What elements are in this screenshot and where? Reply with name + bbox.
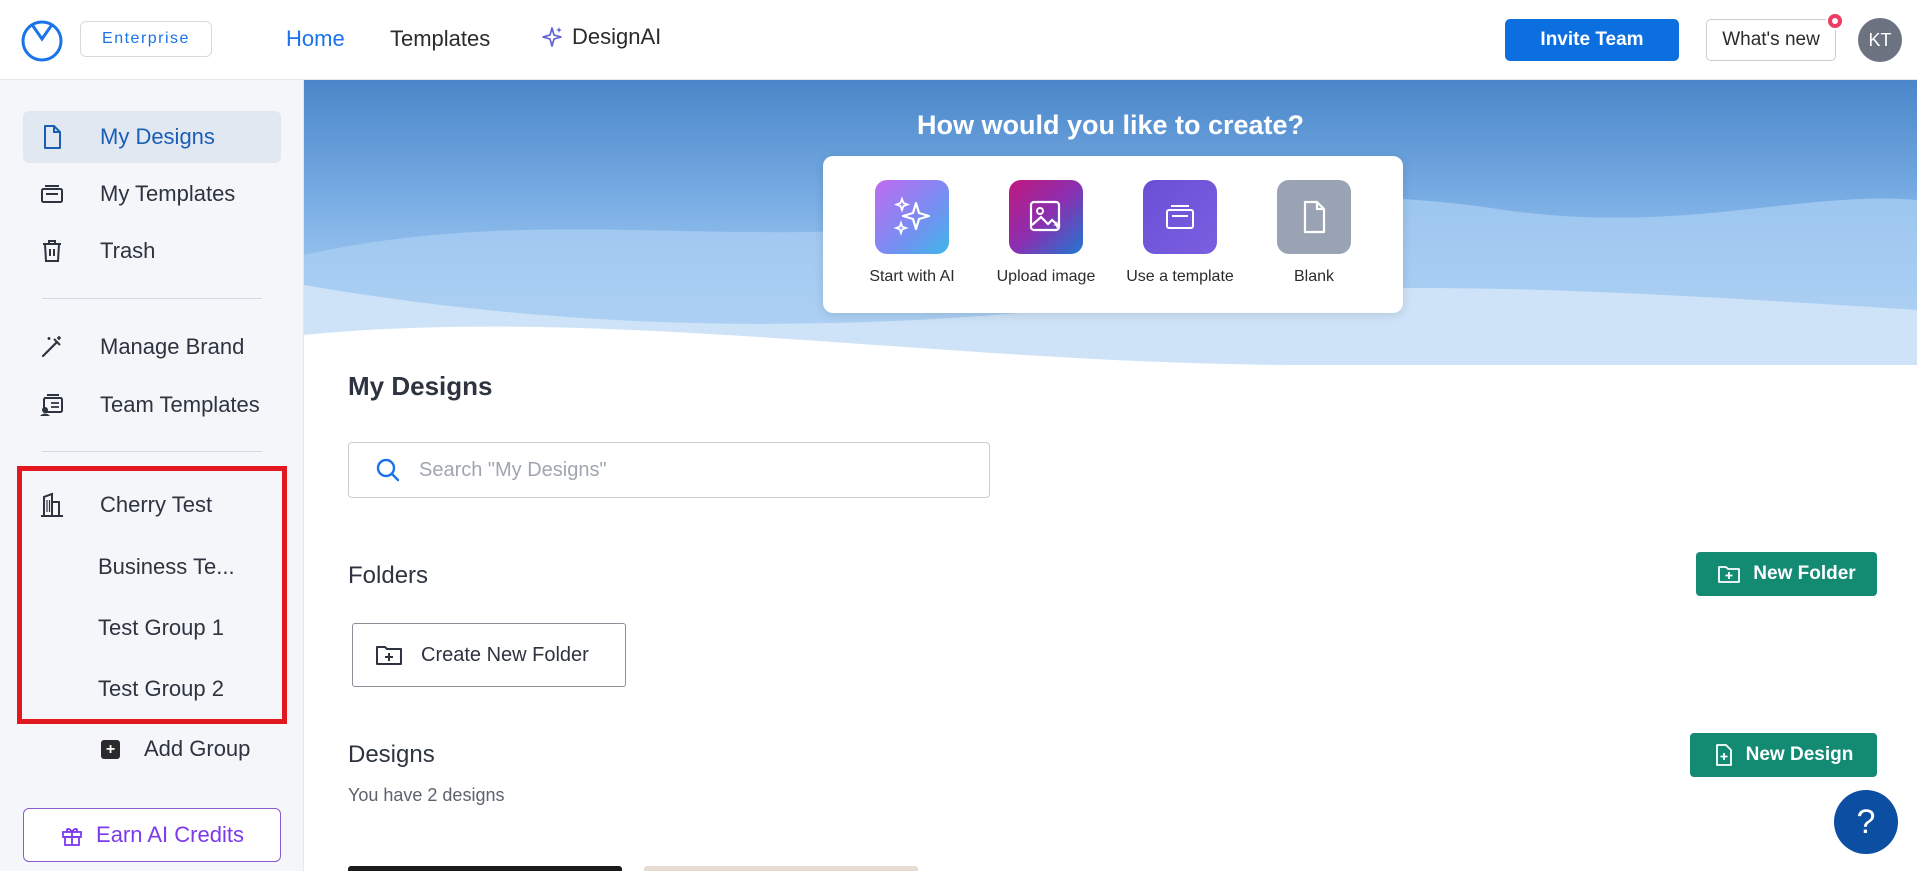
add-group-button[interactable]: + Add Group — [101, 736, 250, 762]
use-template-option[interactable]: Use a template — [1115, 180, 1245, 286]
option-label: Upload image — [996, 268, 1096, 285]
top-bar: Enterprise Home Templates DesignAI Invit… — [0, 0, 1917, 80]
search-icon — [376, 458, 400, 482]
search-input[interactable] — [419, 458, 979, 482]
upload-image-option[interactable]: Upload image — [981, 180, 1111, 286]
new-design-button[interactable]: New Design — [1690, 733, 1877, 777]
sidebar-item-label: Manage Brand — [100, 334, 245, 359]
template-icon — [1143, 180, 1217, 254]
designs-heading: Designs — [348, 741, 435, 768]
gift-icon — [62, 828, 82, 846]
sidebar-item-my-designs[interactable]: My Designs — [23, 111, 281, 163]
sparkles-icon — [875, 180, 949, 254]
avatar[interactable]: KT — [1858, 18, 1902, 62]
plus-icon: + — [101, 739, 120, 759]
blank-page-icon — [1277, 180, 1351, 254]
team-templates-icon — [37, 390, 67, 420]
sidebar-divider — [42, 451, 262, 452]
sidebar-item-team-templates[interactable]: Team Templates — [23, 379, 281, 431]
new-folder-label: New Folder — [1753, 563, 1856, 584]
highlight-box — [17, 466, 287, 724]
create-folder-label: Create New Folder — [421, 643, 589, 666]
earn-ai-credits-button[interactable]: Earn AI Credits — [23, 808, 281, 862]
sidebar-divider — [42, 298, 262, 299]
help-button[interactable]: ? — [1834, 790, 1898, 854]
start-with-ai-option[interactable]: Start with AI — [847, 180, 977, 286]
folder-plus-icon — [1718, 566, 1741, 583]
sidebar-item-label: My Templates — [100, 181, 236, 206]
design-thumbnail[interactable] — [644, 866, 918, 871]
page-title: My Designs — [348, 371, 493, 401]
create-options-card: Start with AI Upload image Use a templat… — [823, 156, 1403, 313]
file-plus-icon — [1715, 744, 1732, 766]
create-new-folder-button[interactable]: Create New Folder — [352, 623, 626, 687]
plan-badge: Enterprise — [80, 21, 212, 57]
earn-credits-label: Earn AI Credits — [96, 822, 244, 847]
designs-count: You have 2 designs — [348, 785, 505, 805]
folder-plus-icon — [376, 646, 402, 665]
new-folder-button[interactable]: New Folder — [1696, 552, 1877, 596]
nav-designai[interactable]: DesignAI — [540, 24, 661, 50]
sidebar-item-label: Trash — [100, 238, 156, 263]
option-label: Start with AI — [869, 268, 955, 285]
sidebar-item-manage-brand[interactable]: Manage Brand — [23, 321, 281, 373]
search-box[interactable] — [348, 442, 990, 498]
sparkles-icon — [542, 27, 562, 47]
option-label: Blank — [1293, 268, 1335, 285]
sidebar-item-label: My Designs — [100, 124, 215, 149]
folders-heading: Folders — [348, 562, 429, 589]
notification-dot — [1826, 12, 1844, 30]
new-design-label: New Design — [1745, 744, 1854, 765]
image-upload-icon — [1009, 180, 1083, 254]
nav-home[interactable]: Home — [286, 26, 345, 52]
hero-title: How would you like to create? — [916, 110, 1305, 140]
nav-designai-label: DesignAI — [572, 24, 662, 49]
sidebar-item-label: Team Templates — [100, 392, 260, 417]
magic-wand-icon — [37, 332, 67, 362]
blank-option[interactable]: Blank — [1249, 180, 1379, 286]
trash-icon — [37, 236, 67, 266]
option-label: Use a template — [1126, 268, 1234, 285]
templates-icon — [37, 179, 67, 209]
nav-templates[interactable]: Templates — [390, 26, 490, 52]
app-logo-icon[interactable] — [20, 18, 64, 62]
document-icon — [37, 122, 67, 152]
add-group-label: Add Group — [144, 736, 251, 761]
whats-new-button[interactable]: What's new — [1706, 19, 1836, 61]
sidebar-item-my-templates[interactable]: My Templates — [23, 168, 281, 220]
design-thumbnail[interactable] — [348, 866, 622, 871]
sidebar-item-trash[interactable]: Trash — [23, 225, 281, 277]
invite-team-button[interactable]: Invite Team — [1505, 19, 1679, 61]
